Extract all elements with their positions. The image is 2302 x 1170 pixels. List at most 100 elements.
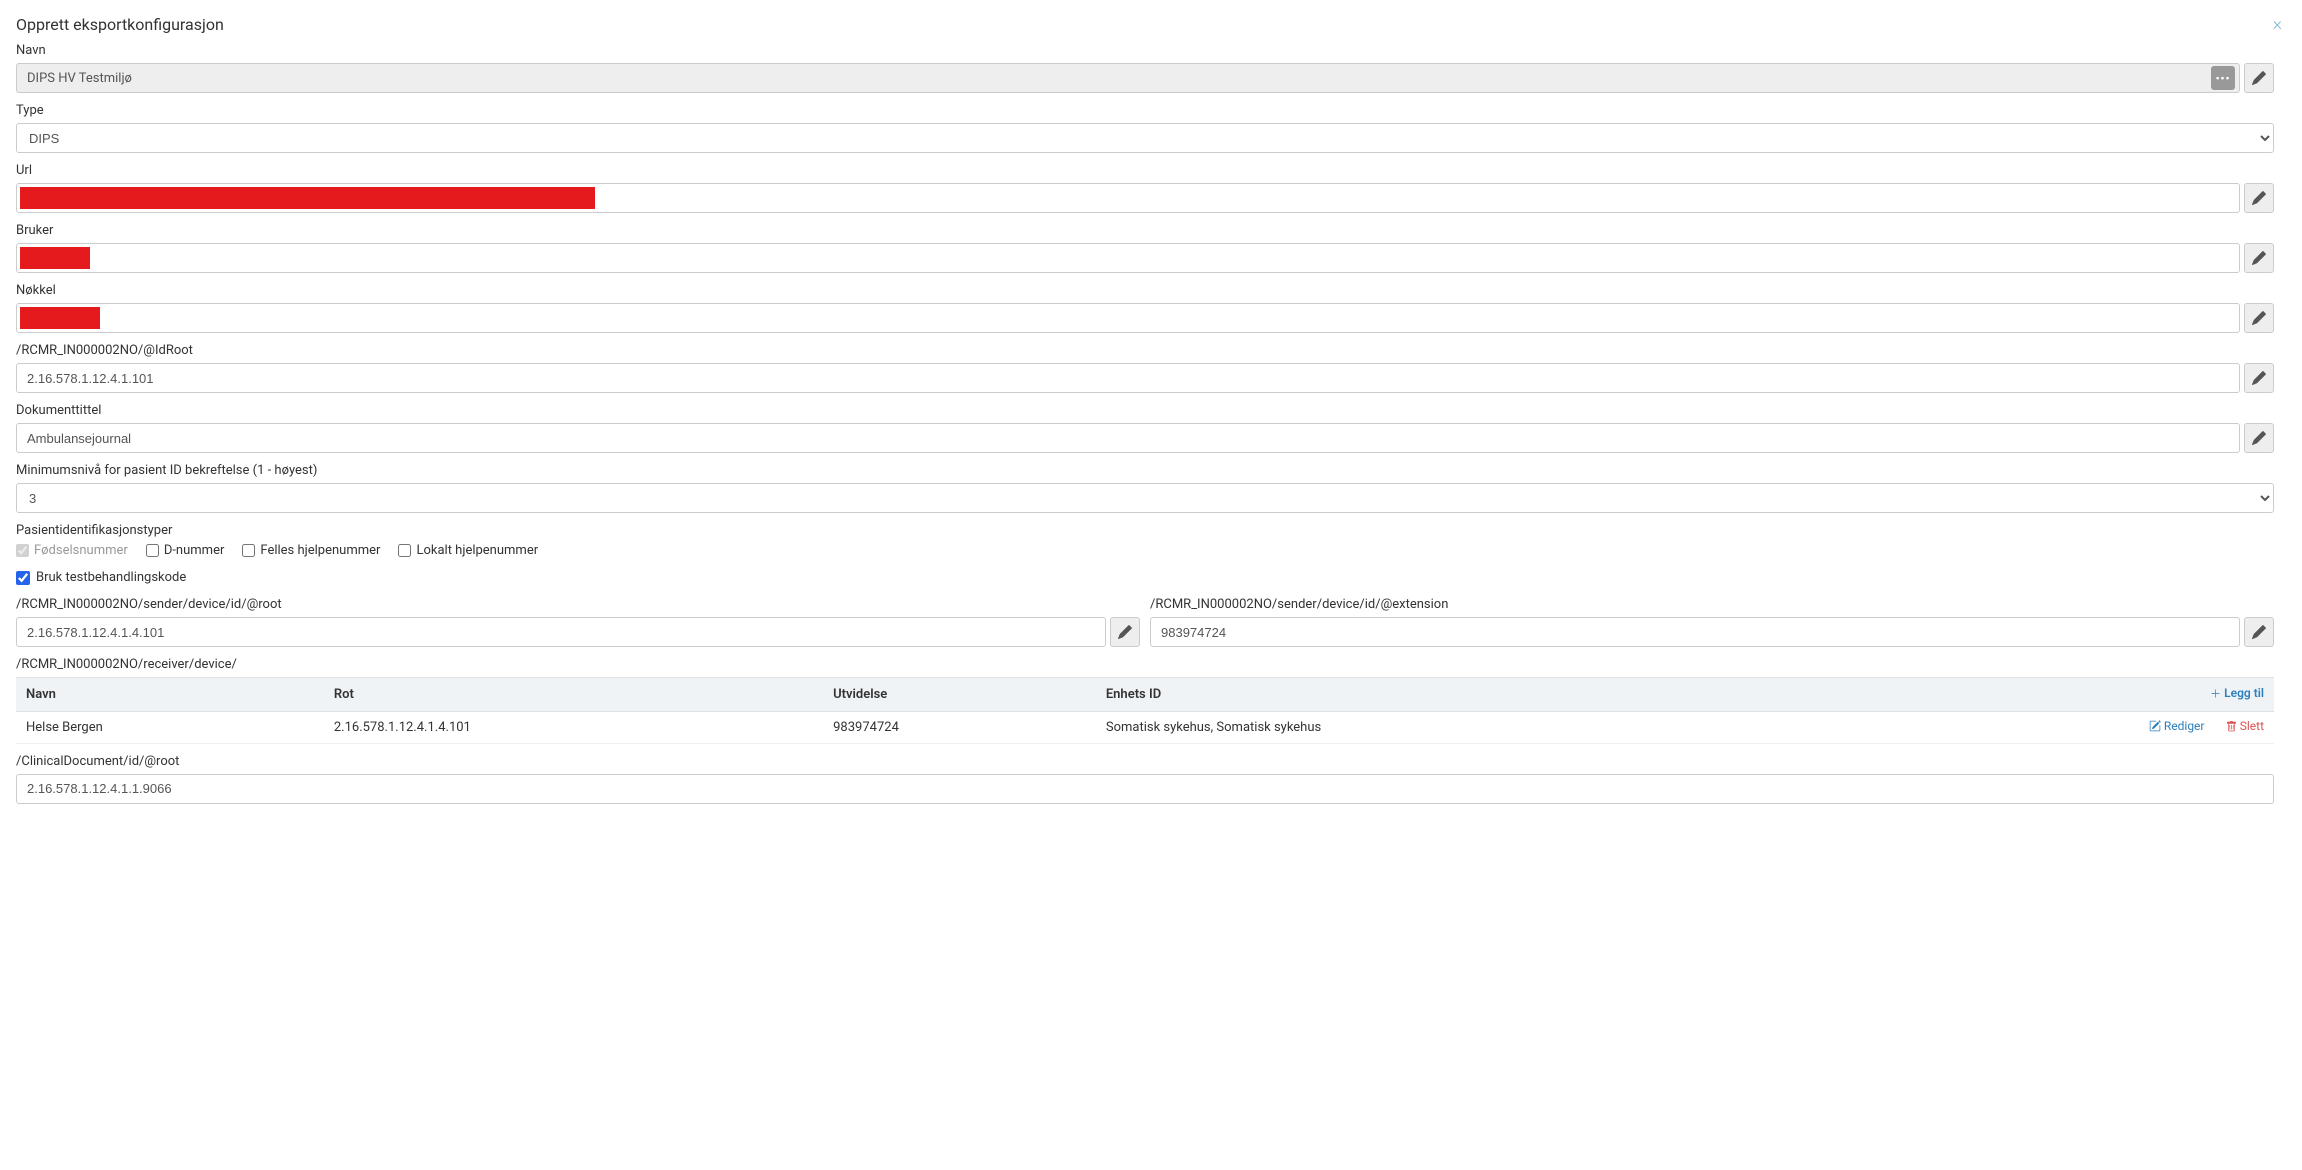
checkbox-label-testbehandling: Bruk testbehandlingskode (36, 570, 186, 585)
edit-icon (2149, 720, 2161, 732)
pencil-icon (2252, 371, 2266, 385)
pencil-icon (2252, 311, 2266, 325)
cell-rot: 2.16.578.1.12.4.1.4.101 (324, 711, 823, 743)
checkbox-input-dnummer[interactable] (146, 544, 159, 557)
label-sender-ext: /RCMR_IN000002NO/sender/device/id/@exten… (1150, 597, 2274, 612)
input-sender-root[interactable] (16, 617, 1106, 647)
edit-doktittel-button[interactable] (2244, 423, 2274, 453)
cell-actions: Rediger Slett (1844, 711, 2274, 743)
field-bruker: Bruker (16, 223, 2274, 273)
checkbox-input-testbehandling[interactable] (16, 571, 30, 585)
checkbox-input-fodselsnummer (16, 544, 29, 557)
pencil-icon (2252, 431, 2266, 445)
plus-icon (2210, 688, 2221, 699)
th-utvidelse: Utvidelse (823, 678, 1096, 712)
close-icon[interactable]: × (2269, 14, 2286, 35)
checkbox-lokalthjelpenummer: Lokalt hjelpenummer (398, 543, 538, 558)
pencil-icon (2252, 625, 2266, 639)
checkbox-dnummer: D-nummer (146, 543, 225, 558)
select-type[interactable]: DIPS (16, 123, 2274, 153)
input-navn-value: DIPS HV Testmiljø (27, 71, 2207, 86)
field-receiver: /RCMR_IN000002NO/receiver/device/ Navn R… (16, 657, 2274, 744)
label-receiver: /RCMR_IN000002NO/receiver/device/ (16, 657, 2274, 672)
edit-url-button[interactable] (2244, 183, 2274, 213)
label-clindocroot: /ClinicalDocument/id/@root (16, 754, 2274, 769)
edit-navn-button[interactable] (2244, 63, 2274, 93)
form-scroll-area[interactable]: Navn DIPS HV Testmiljø ••• Type DIPS Url (16, 43, 2286, 1153)
input-navn[interactable]: DIPS HV Testmiljø ••• (16, 63, 2240, 93)
label-nokkel: Nøkkel (16, 283, 2274, 298)
delete-row-button[interactable]: Slett (2226, 719, 2264, 733)
checkbox-label: D-nummer (164, 543, 225, 558)
receiver-table: Navn Rot Utvidelse Enhets ID Legg til He… (16, 677, 2274, 744)
field-url: Url (16, 163, 2274, 213)
field-idroot: /RCMR_IN000002NO/@IdRoot (16, 343, 2274, 393)
modal-title: Opprett eksportkonfigurasjon (16, 15, 224, 34)
input-nokkel[interactable] (16, 303, 2240, 333)
redacted-block (20, 247, 90, 269)
field-clindocroot: /ClinicalDocument/id/@root (16, 754, 2274, 804)
pencil-icon (2252, 191, 2266, 205)
label-url: Url (16, 163, 2274, 178)
trash-icon (2226, 721, 2237, 732)
checkbox-felleshjelpenummer: Felles hjelpenummer (242, 543, 380, 558)
cell-utvidelse: 983974724 (823, 711, 1096, 743)
edit-label: Rediger (2164, 719, 2205, 733)
checkbox-input-lokalthjelpenummer[interactable] (398, 544, 411, 557)
field-patientidtypes: Pasientidentifikasjonstyper Fødselsnumme… (16, 523, 2274, 558)
field-sender-ext: /RCMR_IN000002NO/sender/device/id/@exten… (1150, 597, 2274, 647)
field-sender-root: /RCMR_IN000002NO/sender/device/id/@root (16, 597, 1140, 647)
checkbox-row-patientidtypes: Fødselsnummer D-nummer Felles hjelpenumm… (16, 543, 2274, 558)
label-sender-root: /RCMR_IN000002NO/sender/device/id/@root (16, 597, 1140, 612)
add-label: Legg til (2224, 686, 2264, 700)
input-idroot[interactable] (16, 363, 2240, 393)
field-type: Type DIPS (16, 103, 2274, 153)
delete-label: Slett (2240, 719, 2264, 733)
table-header-row: Navn Rot Utvidelse Enhets ID Legg til (16, 678, 2274, 712)
pencil-icon (1118, 625, 1132, 639)
input-bruker[interactable] (16, 243, 2240, 273)
checkbox-label: Fødselsnummer (34, 543, 128, 558)
table-row: Helse Bergen 2.16.578.1.12.4.1.4.101 983… (16, 711, 2274, 743)
field-doktittel: Dokumenttittel (16, 403, 2274, 453)
select-minnivaa[interactable]: 3 (16, 483, 2274, 513)
input-sender-ext[interactable] (1150, 617, 2240, 647)
checkbox-label: Felles hjelpenummer (260, 543, 380, 558)
input-clindocroot[interactable] (16, 774, 2274, 804)
redacted-block (20, 307, 100, 329)
pencil-icon (2252, 71, 2266, 85)
row-sender-device: /RCMR_IN000002NO/sender/device/id/@root … (16, 597, 2274, 657)
label-navn: Navn (16, 43, 2274, 58)
add-receiver-button[interactable]: Legg til (2210, 686, 2264, 700)
checkbox-fodselsnummer: Fødselsnummer (16, 543, 128, 558)
edit-sender-ext-button[interactable] (2244, 617, 2274, 647)
pencil-icon (2252, 251, 2266, 265)
label-type: Type (16, 103, 2274, 118)
th-rot: Rot (324, 678, 823, 712)
cell-enhetsid: Somatisk sykehus, Somatisk sykehus (1096, 711, 1844, 743)
ellipsis-icon: ••• (2216, 73, 2231, 84)
edit-nokkel-button[interactable] (2244, 303, 2274, 333)
th-enhetsid: Enhets ID (1096, 678, 1844, 712)
label-minnivaa: Minimumsnivå for pasient ID bekreftelse … (16, 463, 2274, 478)
ellipsis-button[interactable]: ••• (2211, 66, 2235, 90)
checkbox-testbehandling: Bruk testbehandlingskode (16, 570, 2274, 585)
th-navn: Navn (16, 678, 324, 712)
th-actions: Legg til (1844, 678, 2274, 712)
label-bruker: Bruker (16, 223, 2274, 238)
label-doktittel: Dokumenttittel (16, 403, 2274, 418)
cell-navn: Helse Bergen (16, 711, 324, 743)
redacted-block (20, 187, 595, 209)
field-minnivaa: Minimumsnivå for pasient ID bekreftelse … (16, 463, 2274, 513)
edit-bruker-button[interactable] (2244, 243, 2274, 273)
edit-sender-root-button[interactable] (1110, 617, 1140, 647)
label-patientidtypes: Pasientidentifikasjonstyper (16, 523, 2274, 538)
label-idroot: /RCMR_IN000002NO/@IdRoot (16, 343, 2274, 358)
edit-row-button[interactable]: Rediger (2149, 719, 2205, 733)
edit-idroot-button[interactable] (2244, 363, 2274, 393)
field-navn: Navn DIPS HV Testmiljø ••• (16, 43, 2274, 93)
checkbox-input-felleshjelpenummer[interactable] (242, 544, 255, 557)
field-nokkel: Nøkkel (16, 283, 2274, 333)
input-url[interactable] (16, 183, 2240, 213)
input-doktittel[interactable] (16, 423, 2240, 453)
